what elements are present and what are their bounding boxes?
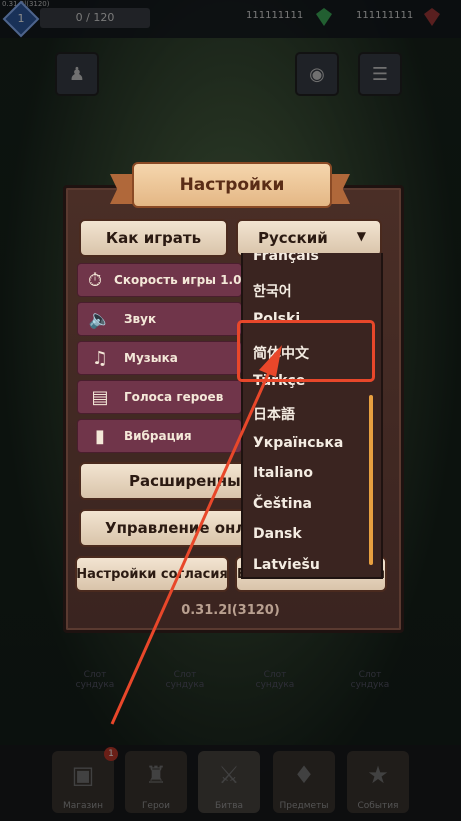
annotation-arrow [110,345,282,725]
